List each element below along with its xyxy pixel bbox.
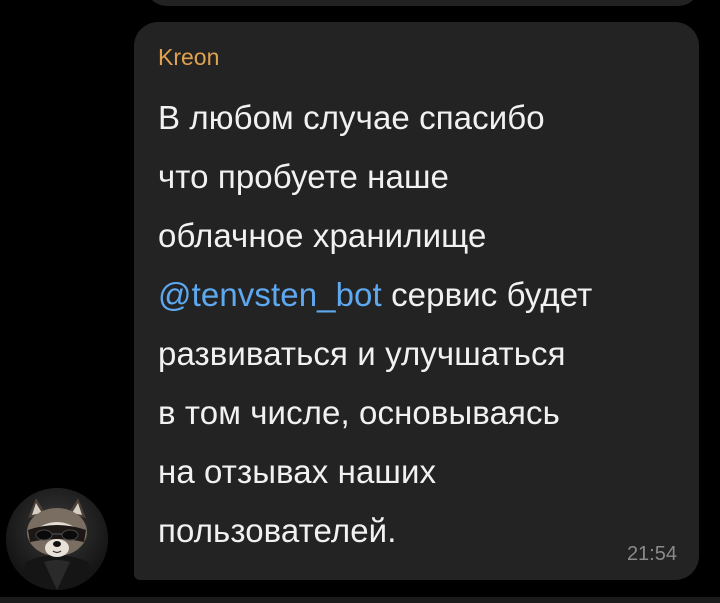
message-line: облачное хранилище xyxy=(158,217,487,254)
message-line-rest: сервис будет xyxy=(391,276,593,313)
message-timestamp: 21:54 xyxy=(626,543,677,565)
message-line: в том числе, основываясь xyxy=(158,394,560,431)
message-line: на отзывах наших xyxy=(158,453,437,490)
avatar[interactable] xyxy=(6,488,108,590)
bottom-input-area-edge xyxy=(0,597,720,603)
message-text: В любом случае спасибо что пробуете наше… xyxy=(158,88,688,560)
previous-message-bubble xyxy=(145,0,700,6)
message-line: @tenvsten_bot сервис будет xyxy=(158,265,688,324)
message-line: что пробуете наше xyxy=(158,158,449,195)
bot-mention-link[interactable]: @tenvsten_bot xyxy=(158,276,382,313)
message-line: В любом случае спасибо xyxy=(158,99,545,136)
raccoon-avatar-icon xyxy=(6,488,108,590)
sender-name[interactable]: Kreon xyxy=(158,42,219,72)
message-bubble[interactable]: Kreon В любом случае спасибо что пробует… xyxy=(134,22,699,580)
message-line: развиваться и улучшаться xyxy=(158,335,566,372)
message-line: пользователей. xyxy=(158,512,397,549)
